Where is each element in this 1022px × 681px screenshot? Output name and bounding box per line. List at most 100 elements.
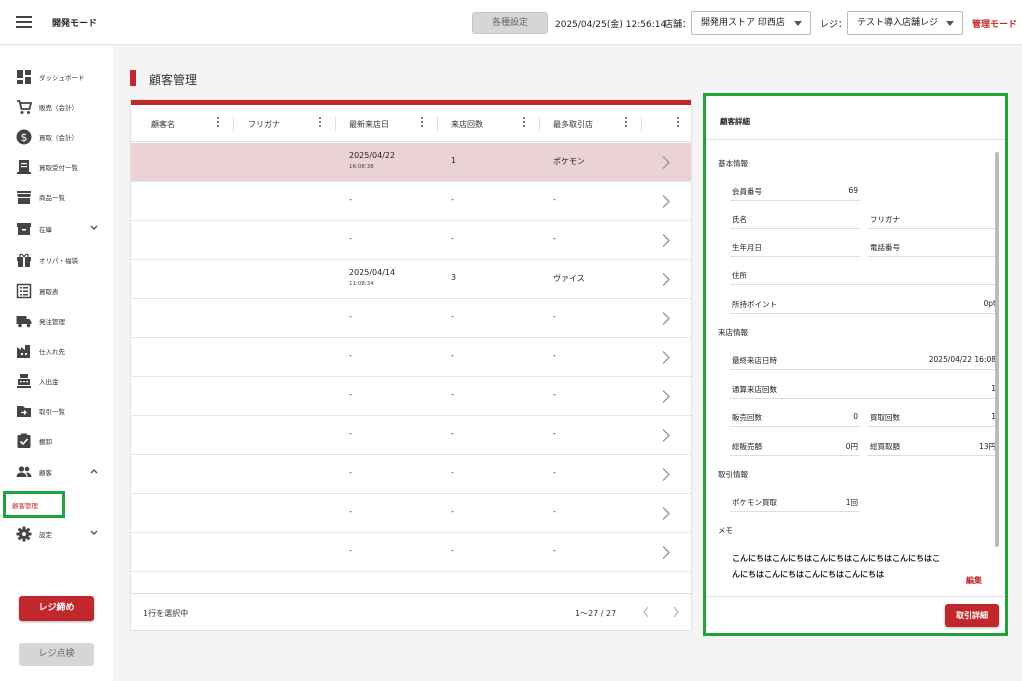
sidebar-item-inventory[interactable]: 在庫 — [0, 216, 113, 242]
store-label: 店舗： — [664, 20, 692, 30]
visit-count-cell: - — [451, 195, 454, 204]
last-visit-date-cell: 2025/04/22 — [349, 151, 396, 160]
table-row[interactable]: --- — [131, 533, 691, 572]
sidebar-item-oripa[interactable]: オリパ・福袋 — [0, 247, 113, 273]
buy-count-value: 1 — [991, 412, 996, 421]
table-row[interactable]: --- — [131, 377, 691, 416]
chevron-right-icon[interactable] — [661, 272, 671, 287]
visit-count-cell: - — [451, 351, 454, 360]
close-register-button[interactable]: レジ締め — [19, 596, 94, 621]
last-visit-date-cell: - — [349, 507, 352, 516]
sidebar-item-label: 在庫 — [39, 226, 52, 234]
trade-detail-button[interactable]: 取引詳細 — [945, 604, 999, 627]
sidebar-item-transactions[interactable]: 取引一覧 — [0, 398, 113, 424]
sidebar-item-settings[interactable]: 設定 — [0, 521, 113, 547]
buy-total-value: 13円 — [978, 442, 996, 451]
sidebar-item-label: 買取（会計） — [39, 134, 78, 142]
chevron-right-icon[interactable] — [661, 155, 671, 170]
section-memo: メモ — [718, 526, 733, 535]
prev-page-icon[interactable] — [642, 606, 650, 618]
next-page-icon[interactable] — [672, 606, 680, 618]
column-separator[interactable] — [437, 117, 438, 131]
chevron-right-icon[interactable] — [661, 194, 671, 209]
check-register-button[interactable]: レジ点検 — [19, 643, 94, 666]
table-row[interactable]: --- — [131, 221, 691, 260]
last-visit-date-cell: - — [349, 312, 352, 321]
admin-mode-link[interactable]: 管理モード — [972, 17, 1017, 30]
memo-text: こんにちはこんにちはこんにちはこんにちはこんにちはこんにちはこんにちはこんにちは… — [732, 554, 940, 579]
store-select[interactable]: 開発用ストア 印西店 — [691, 11, 811, 35]
sidebar-item-purchase[interactable]: $ 買取（会計） — [0, 124, 113, 150]
edit-memo-link[interactable]: 編集 — [966, 575, 982, 586]
field-underline — [730, 369, 996, 370]
sidebar-item-suppliers[interactable]: 仕入れ先 — [0, 338, 113, 364]
sidebar-item-stocktake[interactable]: 棚卸 — [0, 428, 113, 454]
top-store-cell: - — [553, 195, 556, 204]
trade-type-value: 1回 — [845, 498, 858, 507]
column-menu-icon[interactable] — [217, 117, 221, 129]
column-menu-icon[interactable] — [625, 117, 629, 129]
chevron-right-icon[interactable] — [661, 467, 671, 482]
table-row[interactable]: --- — [131, 182, 691, 221]
register-select[interactable]: テスト導入店舗レジ — [847, 11, 963, 35]
chevron-right-icon[interactable] — [661, 350, 671, 365]
sidebar-item-label: 発注管理 — [39, 318, 65, 326]
column-separator[interactable] — [233, 117, 234, 131]
column-header-visits[interactable]: 来店回数 — [451, 119, 511, 130]
table-row[interactable]: --- — [131, 338, 691, 377]
sidebar-item-cash[interactable]: 入出金 — [0, 368, 113, 394]
last-visit-time-cell: 16:08:38 — [349, 164, 374, 170]
chevron-right-icon[interactable] — [661, 233, 671, 248]
buy-count-label: 買取回数 — [870, 413, 900, 422]
table-row[interactable]: 2025/04/14 11:08:34 3 ヴァイス — [131, 260, 691, 299]
table-row[interactable]: --- — [131, 299, 691, 338]
column-separator[interactable] — [335, 117, 336, 131]
settings-button[interactable]: 各種設定 — [472, 12, 548, 34]
column-separator[interactable] — [641, 117, 642, 131]
sidebar-subitem-customer-management[interactable]: 顧客管理 — [12, 500, 38, 510]
chevron-up-icon — [90, 469, 98, 474]
sidebar-item-label: 販売（会計） — [39, 104, 78, 112]
column-header-name[interactable]: 顧客名 — [151, 119, 211, 130]
column-menu-icon[interactable] — [421, 117, 425, 129]
sidebar-item-products[interactable]: 商品一覧 — [0, 184, 113, 210]
detail-header: 顧客詳細 — [706, 96, 1005, 140]
sidebar-item-orders[interactable]: 発注管理 — [0, 308, 113, 334]
dollar-icon: $ — [16, 129, 32, 145]
field-underline — [730, 511, 860, 512]
table-row[interactable]: 2025/04/22 16:08:38 1 ポケモン — [131, 143, 691, 182]
column-menu-icon[interactable] — [677, 117, 681, 129]
last-visit-date-cell: - — [349, 390, 352, 399]
detail-scrollbar[interactable] — [995, 152, 999, 547]
sidebar-item-purchase-table[interactable]: 買取表 — [0, 278, 113, 304]
sidebar-item-label: 顧客 — [39, 469, 52, 477]
field-underline — [730, 256, 860, 257]
sidebar-item-dashboard[interactable]: ダッシュボード — [0, 64, 113, 90]
chevron-right-icon[interactable] — [661, 506, 671, 521]
visit-count-cell: - — [451, 312, 454, 321]
table-row[interactable]: --- — [131, 455, 691, 494]
sidebar-item-sales[interactable]: 販売（会計） — [0, 94, 113, 120]
column-header-last-visit[interactable]: 最新来店日 — [349, 119, 393, 130]
visit-count-cell: 3 — [451, 273, 457, 282]
column-menu-icon[interactable] — [319, 117, 323, 129]
chevron-right-icon[interactable] — [661, 428, 671, 443]
top-store-cell: - — [553, 468, 556, 477]
column-separator[interactable] — [539, 117, 540, 131]
chevron-right-icon[interactable] — [661, 311, 671, 326]
app-header: 開発モード 各種設定 2025/04/25(金) 12:56:14 店舗： 開発… — [0, 0, 1022, 45]
hamburger-menu-icon[interactable] — [16, 16, 32, 28]
chevron-right-icon[interactable] — [661, 545, 671, 560]
sidebar-item-purchase-list[interactable]: 買取受付一覧 — [0, 154, 113, 180]
column-header-top-store[interactable]: 最多取引店 — [553, 119, 597, 130]
sidebar-item-label: 入出金 — [39, 378, 59, 386]
sidebar-item-customers[interactable]: 顧客 — [0, 459, 113, 485]
chevron-right-icon[interactable] — [661, 389, 671, 404]
column-header-kana[interactable]: フリガナ — [248, 119, 308, 130]
table-row[interactable]: --- — [131, 494, 691, 533]
column-menu-icon[interactable] — [523, 117, 527, 129]
top-store-cell: - — [553, 390, 556, 399]
chevron-down-icon — [946, 21, 954, 26]
table-row[interactable]: --- — [131, 416, 691, 455]
sidebar-item-label: 設定 — [39, 531, 52, 539]
